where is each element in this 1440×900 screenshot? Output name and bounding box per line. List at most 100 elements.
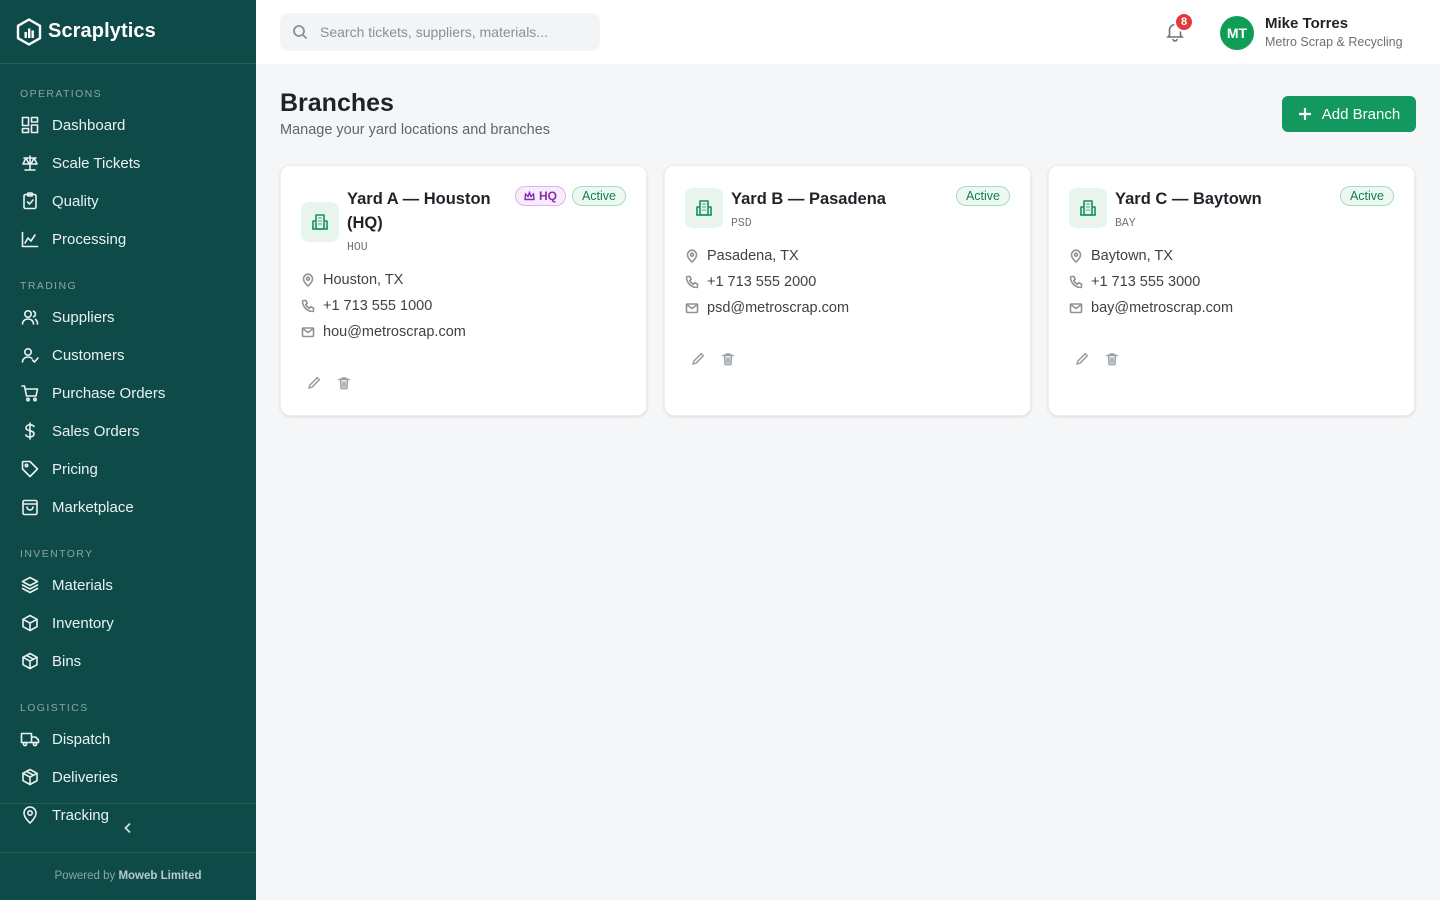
branch-email: bay@metroscrap.com [1069,298,1233,318]
email-text[interactable]: bay@metroscrap.com [1091,300,1233,316]
powered-company[interactable]: Moweb Limited [118,870,201,882]
app-name: Scraplytics [48,20,156,42]
section-label-trading: TRADING [20,280,78,292]
branch-card[interactable]: Yard B — Pasadena Active PSD Pasadena, T… [664,165,1031,416]
factory-icon [20,229,40,249]
trash-icon [1106,353,1118,366]
branch-phone: +1 713 555 3000 [1069,272,1200,292]
add-branch-button[interactable]: Add Branch [1282,96,1416,132]
tag-icon [20,459,40,479]
sidebar-item-materials[interactable]: Materials [0,566,256,604]
mail-icon [301,325,315,339]
box-icon [20,613,40,633]
crown-icon [524,191,535,201]
user-name[interactable]: Mike Torres [1265,15,1348,32]
brand[interactable]: Scraplytics [0,0,256,64]
search-input[interactable] [320,24,580,40]
sidebar-item-dispatch[interactable]: Dispatch [0,720,256,758]
branch-phone: +1 713 555 2000 [685,272,816,292]
edit-button[interactable] [307,376,323,392]
email-text[interactable]: hou@metroscrap.com [323,324,466,340]
search-box[interactable] [280,13,600,51]
sidebar-item-sales-orders[interactable]: Sales Orders [0,412,256,450]
sidebar-item-quality[interactable]: Quality [0,182,256,220]
notification-count-badge: 8 [1174,12,1194,32]
scraplytics-logo-icon [16,17,42,46]
building-icon [1069,188,1107,228]
edit-button[interactable] [691,352,707,368]
status-badge: Active [571,186,626,206]
sidebar-item-label: Customers [52,346,125,364]
plus-icon [1298,108,1311,120]
page-subtitle: Manage your yard locations and branches [280,122,551,138]
sidebar-item-dashboard[interactable]: Dashboard [0,106,256,144]
user-check-icon [20,345,40,365]
branch-card[interactable]: Yard A — Houston (HQ) HQ Active HOU Hous… [280,165,647,416]
branch-location: Pasadena, TX [685,246,799,266]
users-icon [20,307,40,327]
page-title: Branches [280,89,394,117]
pencil-icon [692,352,705,365]
truck-icon [20,729,40,749]
map-pin-icon [1069,249,1083,263]
user-org: Metro Scrap & Recycling [1265,35,1403,49]
branch-card[interactable]: Yard C — Baytown Active BAY Baytown, TX … [1048,165,1415,416]
sidebar-item-bins[interactable]: Bins [0,642,256,680]
map-pin-icon [685,249,699,263]
sidebar-item-customers[interactable]: Customers [0,336,256,374]
sidebar-item-label: Dispatch [52,730,111,748]
avatar[interactable]: MT [1220,16,1254,50]
status-badge: Active [955,186,1010,206]
phone-text[interactable]: +1 713 555 2000 [707,274,816,290]
email-text[interactable]: psd@metroscrap.com [707,300,849,316]
branch-phone: +1 713 555 1000 [301,296,432,316]
branch-location: Houston, TX [301,270,403,290]
pencil-icon [1076,352,1089,365]
layers-icon [20,575,40,595]
phone-text[interactable]: +1 713 555 1000 [323,298,432,314]
sidebar-item-label: Pricing [52,460,98,478]
dollar-icon [20,421,40,441]
sidebar-item-deliveries[interactable]: Deliveries [0,758,256,796]
sidebar-item-suppliers[interactable]: Suppliers [0,298,256,336]
package-check-icon [20,767,40,787]
add-branch-label: Add Branch [1321,105,1401,123]
sidebar-item-label: Sales Orders [52,422,140,440]
sidebar-item-inventory[interactable]: Inventory [0,604,256,642]
hq-label: HQ [539,189,557,203]
branch-name: Yard B — Pasadena [731,190,886,208]
phone-icon [1069,275,1083,289]
scale-icon [20,153,40,173]
search-icon [293,25,308,40]
sidebar-item-label: Quality [52,192,99,210]
sidebar-item-marketplace[interactable]: Marketplace [0,488,256,526]
sidebar-item-label: Deliveries [52,768,118,786]
delete-button[interactable] [337,376,353,392]
phone-icon [301,299,315,313]
topbar: 8 MT Mike Torres Metro Scrap & Recycling [256,0,1440,64]
location-text: Houston, TX [323,272,404,288]
branch-code: BAY [1115,217,1136,230]
section-label-logistics: LOGISTICS [20,702,89,714]
mail-icon [685,301,699,315]
branch-email: psd@metroscrap.com [685,298,849,318]
sidebar-item-label: Purchase Orders [52,384,166,402]
branch-code: PSD [731,217,752,230]
delete-button[interactable] [721,352,737,368]
sidebar-item-scale-tickets[interactable]: Scale Tickets [0,144,256,182]
sidebar-item-pricing[interactable]: Pricing [0,450,256,488]
mail-icon [1069,301,1083,315]
phone-text[interactable]: +1 713 555 3000 [1091,274,1200,290]
sidebar-collapse-button[interactable] [0,803,256,853]
trash-icon [338,377,350,390]
delete-button[interactable] [1105,352,1121,368]
sidebar-item-purchase-orders[interactable]: Purchase Orders [0,374,256,412]
branch-name: Yard C — Baytown [1115,190,1262,208]
sidebar-nav: OPERATIONS Dashboard Scale Tickets Quali… [0,64,256,834]
pencil-icon [308,376,321,389]
branch-location: Baytown, TX [1069,246,1173,266]
sidebar-item-processing[interactable]: Processing [0,220,256,258]
sidebar-item-label: Materials [52,576,113,594]
edit-button[interactable] [1075,352,1091,368]
building-icon [685,188,723,228]
